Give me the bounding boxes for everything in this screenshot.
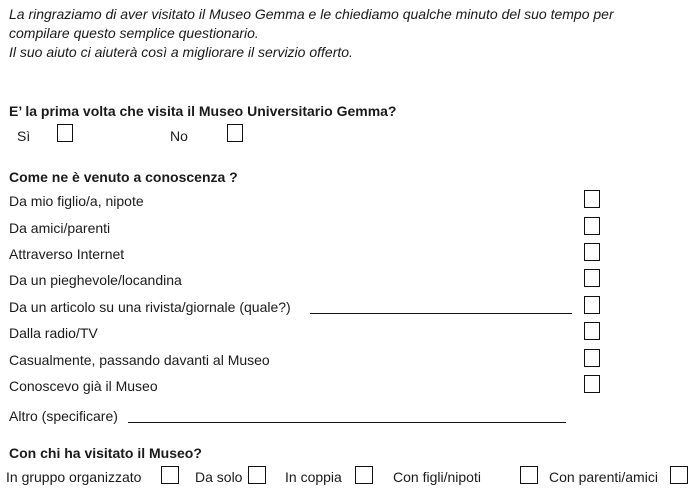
option-label-alone: Da solo — [195, 469, 243, 485]
option-label-radio-tv: Dalla radio/TV — [9, 325, 98, 341]
article-input-line[interactable] — [310, 313, 572, 314]
option-label-other: Altro (specificare) — [9, 408, 118, 424]
checkbox-organized-group[interactable] — [161, 466, 179, 484]
option-label-no: No — [170, 128, 188, 144]
question-how-known: Come ne è venuto a conoscenza ? — [9, 169, 238, 185]
option-label-relatives-friends: Con parenti/amici — [549, 469, 658, 485]
intro-line-3: Il suo aiuto ci aiuterà così a migliorar… — [9, 44, 353, 60]
question-first-visit: E’ la prima volta che visita il Museo Un… — [9, 103, 397, 119]
checkbox-relatives-friends[interactable] — [670, 466, 688, 484]
checkbox-radio-tv[interactable] — [584, 322, 600, 340]
option-label-child: Da mio figlio/a, nipote — [9, 193, 144, 209]
option-label-flyer: Da un pieghevole/locandina — [9, 272, 182, 288]
intro-line-1: La ringraziamo di aver visitato il Museo… — [9, 6, 614, 22]
option-label-couple: In coppia — [285, 469, 342, 485]
option-label-passing-by: Casualmente, passando davanti al Museo — [9, 352, 270, 368]
option-label-organized-group: In gruppo organizzato — [6, 469, 142, 485]
option-label-friends: Da amici/parenti — [9, 220, 111, 236]
option-label-already-known: Conoscevo già il Museo — [9, 378, 158, 394]
checkbox-friends[interactable] — [584, 217, 600, 235]
checkbox-yes[interactable] — [57, 124, 73, 142]
checkbox-article[interactable] — [584, 296, 600, 314]
checkbox-alone[interactable] — [248, 466, 266, 484]
question-visited-with: Con chi ha visitato il Museo? — [9, 445, 202, 461]
checkbox-internet[interactable] — [584, 243, 600, 261]
checkbox-already-known[interactable] — [584, 375, 600, 393]
option-label-yes: Sì — [17, 128, 31, 144]
option-label-article: Da un articolo su una rivista/giornale (… — [9, 299, 291, 315]
checkbox-flyer[interactable] — [584, 269, 600, 287]
checkbox-children[interactable] — [520, 466, 538, 484]
checkbox-no[interactable] — [227, 124, 243, 142]
checkbox-child[interactable] — [584, 190, 600, 208]
other-input-line[interactable] — [128, 422, 566, 423]
option-label-children: Con figli/nipoti — [393, 469, 481, 485]
checkbox-couple[interactable] — [355, 466, 373, 484]
option-label-internet: Attraverso Internet — [9, 246, 125, 262]
intro-line-2: compilare questo semplice questionario. — [9, 25, 259, 41]
checkbox-passing-by[interactable] — [584, 349, 600, 367]
